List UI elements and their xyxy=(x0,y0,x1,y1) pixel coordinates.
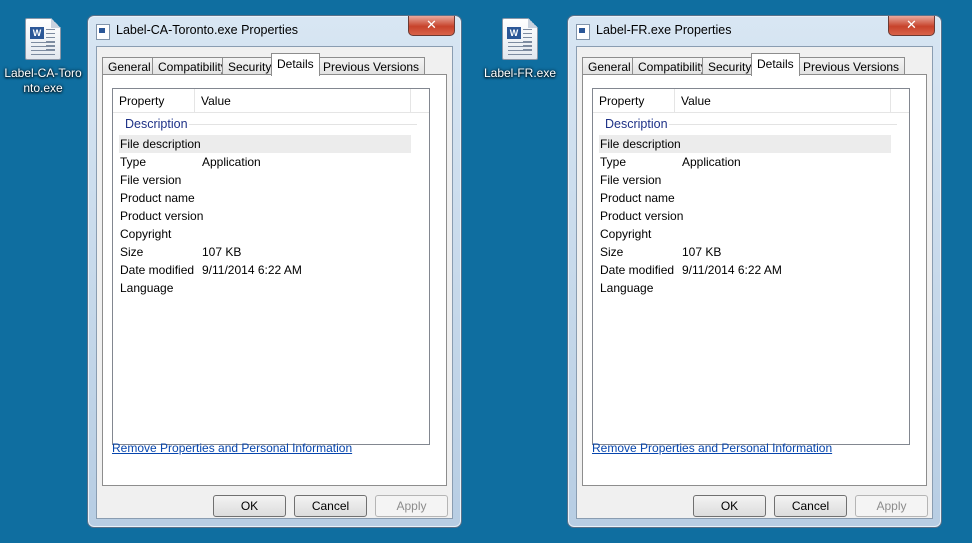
group-divider xyxy=(669,124,897,125)
property-key: Size xyxy=(120,245,144,259)
property-row[interactable]: Date modified 9/11/2014 6:22 AM xyxy=(119,261,411,279)
property-row[interactable]: File version xyxy=(119,171,411,189)
property-row[interactable]: Product name xyxy=(119,189,411,207)
list-header: Property Value xyxy=(113,89,429,113)
group-header-description: Description xyxy=(125,117,188,131)
desktop-icon-label: Label-CA-Toronto.exe xyxy=(4,66,82,95)
property-key: File description xyxy=(600,137,681,151)
property-key: File description xyxy=(120,137,201,151)
property-row[interactable]: Language xyxy=(599,279,891,297)
property-value: 9/11/2014 6:22 AM xyxy=(682,263,782,277)
tab-security[interactable]: Security xyxy=(702,57,758,75)
exe-file-icon: W xyxy=(502,18,538,60)
remove-properties-link[interactable]: Remove Properties and Personal Informati… xyxy=(112,441,352,455)
title-bar[interactable]: Label-FR.exe Properties ✕ xyxy=(568,16,941,44)
tab-previous-versions[interactable]: Previous Versions xyxy=(797,57,906,75)
property-row[interactable]: Product version xyxy=(599,207,891,225)
desktop-icon-label-ca-toronto[interactable]: W Label-CA-Toronto.exe xyxy=(3,18,83,96)
property-key: Size xyxy=(600,245,624,259)
details-panel: Property Value Description File descript… xyxy=(102,74,447,486)
property-key: Product name xyxy=(120,191,195,205)
property-row[interactable]: Size 107 KB xyxy=(599,243,891,261)
exe-file-icon: W xyxy=(25,18,61,60)
property-row[interactable]: Language xyxy=(119,279,411,297)
close-button[interactable]: ✕ xyxy=(888,16,935,36)
details-panel: Property Value Description File descript… xyxy=(582,74,927,486)
file-icon xyxy=(576,24,590,40)
property-row[interactable]: Type Application xyxy=(599,153,891,171)
property-value: 9/11/2014 6:22 AM xyxy=(202,263,302,277)
tab-details[interactable]: Details xyxy=(751,53,800,76)
properties-window-fr: Label-FR.exe Properties ✕ General Compat… xyxy=(567,15,942,528)
remove-properties-link[interactable]: Remove Properties and Personal Informati… xyxy=(592,441,832,455)
tab-details[interactable]: Details xyxy=(271,53,320,76)
cancel-button[interactable]: Cancel xyxy=(294,495,367,517)
column-header-value[interactable]: Value xyxy=(675,89,891,113)
dialog-body: General Compatibility Security Details P… xyxy=(576,46,933,519)
cancel-button[interactable]: Cancel xyxy=(774,495,847,517)
properties-window-ca-toronto: Label-CA-Toronto.exe Properties ✕ Genera… xyxy=(87,15,462,528)
property-row[interactable]: Copyright xyxy=(119,225,411,243)
property-list[interactable]: Property Value Description File descript… xyxy=(112,88,430,445)
property-key: Copyright xyxy=(600,227,652,241)
apply-button[interactable]: Apply xyxy=(855,495,928,517)
tab-security[interactable]: Security xyxy=(222,57,278,75)
tab-general[interactable]: General xyxy=(582,57,637,75)
window-title: Label-FR.exe Properties xyxy=(596,23,732,37)
property-value: 107 KB xyxy=(682,245,722,259)
property-row[interactable]: Type Application xyxy=(119,153,411,171)
group-divider xyxy=(189,124,417,125)
property-row[interactable]: Date modified 9/11/2014 6:22 AM xyxy=(599,261,891,279)
desktop-icon-label: Label-FR.exe xyxy=(483,66,557,80)
property-value: Application xyxy=(202,155,261,169)
apply-button[interactable]: Apply xyxy=(375,495,448,517)
property-key: Product version xyxy=(120,209,204,223)
property-list[interactable]: Property Value Description File descript… xyxy=(592,88,910,445)
property-key: Copyright xyxy=(120,227,172,241)
property-key: Language xyxy=(120,281,174,295)
property-key: File version xyxy=(600,173,662,187)
property-value: 107 KB xyxy=(202,245,242,259)
title-bar[interactable]: Label-CA-Toronto.exe Properties ✕ xyxy=(88,16,461,44)
property-key: Product name xyxy=(600,191,675,205)
property-row[interactable]: File description xyxy=(599,135,891,153)
dialog-body: General Compatibility Security Details P… xyxy=(96,46,453,519)
column-header-property[interactable]: Property xyxy=(593,89,675,113)
window-title: Label-CA-Toronto.exe Properties xyxy=(116,23,299,37)
property-key: Language xyxy=(600,281,654,295)
file-icon xyxy=(96,24,110,40)
property-key: Type xyxy=(120,155,147,169)
column-header-property[interactable]: Property xyxy=(113,89,195,113)
tab-general[interactable]: General xyxy=(102,57,157,75)
tab-compatibility[interactable]: Compatibility xyxy=(152,57,233,75)
property-row[interactable]: Product name xyxy=(599,189,891,207)
group-header-description: Description xyxy=(605,117,668,131)
ok-button[interactable]: OK xyxy=(693,495,766,517)
property-key: Product version xyxy=(600,209,684,223)
property-row[interactable]: File description xyxy=(119,135,411,153)
property-key: Date modified xyxy=(120,263,195,277)
property-key: Date modified xyxy=(600,263,675,277)
column-header-value[interactable]: Value xyxy=(195,89,411,113)
desktop-icon-label-fr[interactable]: W Label-FR.exe xyxy=(480,18,560,81)
property-row[interactable]: File version xyxy=(599,171,891,189)
property-row[interactable]: Size 107 KB xyxy=(119,243,411,261)
property-row[interactable]: Product version xyxy=(119,207,411,225)
property-value: Application xyxy=(682,155,741,169)
close-button[interactable]: ✕ xyxy=(408,16,455,36)
tab-previous-versions[interactable]: Previous Versions xyxy=(317,57,426,75)
property-row[interactable]: Copyright xyxy=(599,225,891,243)
property-key: Type xyxy=(600,155,627,169)
list-header: Property Value xyxy=(593,89,909,113)
ok-button[interactable]: OK xyxy=(213,495,286,517)
tab-compatibility[interactable]: Compatibility xyxy=(632,57,713,75)
property-key: File version xyxy=(120,173,182,187)
